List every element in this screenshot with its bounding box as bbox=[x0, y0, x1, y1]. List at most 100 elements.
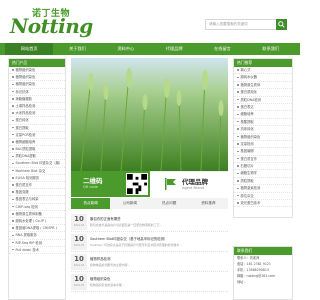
news-title[interactable]: 植物样品检测 bbox=[90, 256, 110, 261]
bullet-icon bbox=[12, 241, 14, 244]
right-recommend-item[interactable]: 核酸提取 bbox=[234, 119, 292, 127]
tab-recommended[interactable]: 资料推荐 bbox=[189, 198, 228, 209]
right-recommend-item[interactable]: 原位杂交 bbox=[234, 193, 292, 201]
left-product-item[interactable]: 大米样品检测 bbox=[9, 110, 65, 118]
nav-brands[interactable]: 代理品牌 bbox=[150, 43, 198, 55]
bullet-icon bbox=[237, 150, 239, 153]
news-title[interactable]: Southern Blot印迹杂交（基于地高辛标记的检测） bbox=[90, 236, 167, 241]
banner-wheat-image[interactable] bbox=[71, 58, 228, 171]
header: 诺丁生物 Notting 请输入您要搜索的关键词 bbox=[0, 0, 300, 43]
left-product-item-label: 植物组织染色 bbox=[15, 75, 36, 80]
search-button[interactable] bbox=[276, 19, 287, 30]
bullet-icon bbox=[12, 119, 14, 122]
left-product-item[interactable]: 基因组DNA提取 ( CRISPR ) bbox=[9, 225, 65, 233]
left-product-item-label: 植物原生质体制备 bbox=[15, 211, 42, 216]
left-product-item[interactable]: 超纯水处理 ( Co-IP ) bbox=[9, 218, 65, 226]
news-item[interactable]: 10 2021-07 植物组织染色 植物组织染色的基本步骤... bbox=[71, 273, 228, 292]
right-recommend-item[interactable]: 超纯水仪器 bbox=[234, 74, 292, 82]
bullet-icon bbox=[237, 84, 239, 86]
right-recommend-item-label: 蛋白质纯化 bbox=[240, 90, 257, 95]
left-product-item[interactable]: RNA 提取服务 bbox=[9, 232, 65, 240]
tab-hot-news[interactable]: 热点新闻 bbox=[71, 198, 111, 209]
left-product-item-label: Northern Blot 杂交 bbox=[15, 168, 46, 173]
right-recommend-item[interactable]: 定量检测 bbox=[234, 141, 292, 149]
right-recommend-item-label: 抗体纯化 bbox=[240, 127, 254, 132]
left-product-item[interactable]: 标记抗体 bbox=[9, 89, 65, 96]
left-product-item[interactable]: Pull down 技术 bbox=[9, 247, 65, 254]
left-product-item[interactable]: BAC质粒提取 bbox=[9, 146, 65, 154]
right-recommend-item[interactable]: 离心式 bbox=[234, 67, 292, 75]
news-item[interactable]: 10 2021-07 Southern Blot印迹杂交（基于地高辛标记的检测） So… bbox=[71, 233, 228, 252]
left-product-item[interactable]: 定量PCR检测 bbox=[9, 132, 65, 139]
left-product-item-label: BAC质粒提取 bbox=[15, 147, 36, 152]
nav-resources[interactable]: 资料中心 bbox=[102, 43, 150, 55]
news-day: 10 bbox=[74, 255, 84, 263]
nav-contact[interactable]: 联系我们 bbox=[247, 43, 295, 55]
qr-promo[interactable]: 二维码 QR code bbox=[71, 171, 150, 197]
left-product-item[interactable]: 植物原生质体制备 bbox=[9, 211, 65, 218]
news-title[interactable]: 膜包衣的正面有哪些 bbox=[90, 216, 121, 221]
right-recommend-item[interactable]: 细胞生物学 bbox=[234, 170, 292, 178]
left-product-item[interactable]: 基因克隆 bbox=[9, 189, 65, 197]
left-product-item-label: 蛋白提取 bbox=[15, 125, 29, 130]
bullet-icon bbox=[237, 120, 239, 123]
logo[interactable]: 诺丁生物 Notting bbox=[10, 6, 93, 40]
right-recommend-item[interactable]: 质粒DNA检测 bbox=[234, 97, 292, 104]
bullet-icon bbox=[237, 172, 239, 175]
left-product-item[interactable]: RIP-Seq RIP 检测 bbox=[9, 240, 65, 247]
nav-home[interactable]: 网站首页 bbox=[5, 43, 54, 55]
contact-title: 联系我们 bbox=[234, 247, 292, 255]
news-item[interactable]: 10 2021-07 膜包衣的正面有哪些 膜包衣技术是指在片剂表面包裹一层聚合物薄膜的… bbox=[71, 213, 228, 232]
right-recommend-item[interactable]: 石蜡切片 bbox=[234, 163, 292, 171]
left-product-item-label: 植物组织染色 bbox=[15, 68, 36, 72]
bullet-icon bbox=[12, 205, 14, 208]
news-title[interactable]: 植物组织染色 bbox=[90, 276, 110, 281]
right-recommend-item-label: 植物原生质体 bbox=[240, 82, 261, 87]
news-desc: 植物样品检测服务的主要内容... bbox=[90, 263, 131, 267]
right-recommend-item[interactable]: 蛋白质互作 bbox=[234, 156, 292, 164]
left-product-item[interactable]: CHIP-seq 检测 bbox=[9, 204, 65, 211]
news-date: 10 2021-07 bbox=[71, 274, 87, 290]
right-recommend-item[interactable]: 蛋白表达 bbox=[234, 104, 292, 112]
left-product-item[interactable]: 基因表达与转染 bbox=[9, 196, 65, 204]
left-product-item[interactable]: 植物细胞培养 bbox=[9, 139, 65, 147]
left-product-item[interactable]: 蛋白质互作 bbox=[9, 182, 65, 190]
search-input[interactable]: 请输入您要搜索的关键词 bbox=[205, 19, 277, 30]
right-recommend-item[interactable]: 植物激素检测 bbox=[234, 185, 292, 193]
bullet-icon bbox=[237, 128, 239, 130]
tab-hot-questions[interactable]: 热点问题 bbox=[150, 198, 189, 209]
right-recommend-item[interactable]: 植物原生质体 bbox=[234, 82, 292, 90]
left-product-item[interactable]: 蛋白提取 bbox=[9, 125, 65, 132]
left-product-item[interactable]: 琼脂糖凝胶 bbox=[9, 96, 65, 103]
right-recommend-item[interactable]: 质粒提取 bbox=[234, 178, 292, 186]
bullet-icon bbox=[12, 248, 14, 251]
left-product-item[interactable]: Northern Blot 杂交 bbox=[9, 168, 65, 175]
right-recommend-item[interactable]: 基因编辑 bbox=[234, 148, 292, 156]
left-product-item[interactable]: 蛋白纯化 bbox=[9, 117, 65, 125]
right-recommend-item[interactable]: 细胞培养 bbox=[234, 111, 292, 119]
left-product-item[interactable]: 质粒DNA提取 bbox=[9, 153, 65, 161]
right-panel-title: 热门推荐 bbox=[234, 59, 292, 67]
left-product-item[interactable]: 植物组织染色 bbox=[9, 81, 65, 89]
left-product-item[interactable]: 植物组织染色 bbox=[9, 67, 65, 75]
bullet-icon bbox=[12, 234, 14, 237]
left-product-item[interactable]: 土壤样品检测 bbox=[9, 103, 65, 111]
flag-icon bbox=[165, 178, 176, 190]
left-product-item[interactable]: ELISA 检测服务 bbox=[9, 175, 65, 182]
right-recommend-item[interactable]: 荧光蛋白技术 bbox=[234, 200, 292, 208]
right-recommend-item[interactable]: 植物组织染色 bbox=[234, 134, 292, 141]
news-desc: Southern 印迹杂交是基于核酸探针与靶序列互补配对原理的检测技术... bbox=[90, 243, 182, 247]
nav-about[interactable]: 关于我们 bbox=[53, 43, 101, 55]
bullet-icon bbox=[237, 98, 239, 101]
right-recommend-item[interactable]: 抗体纯化 bbox=[234, 126, 292, 134]
brand-subtitle: Agent Brand bbox=[182, 186, 204, 190]
right-recommend-item[interactable]: 蛋白质纯化 bbox=[234, 89, 292, 97]
nav-message[interactable]: 在线留言 bbox=[198, 43, 246, 55]
news-day: 10 bbox=[74, 275, 84, 283]
brand-promo[interactable]: 代理品牌 Agent Brand bbox=[150, 171, 228, 197]
left-product-item[interactable]: 植物组织染色 bbox=[9, 74, 65, 82]
tab-company-news[interactable]: 公司新闻 bbox=[110, 198, 149, 209]
left-product-item[interactable]: Southern Blot 印迹杂交（膜） bbox=[9, 160, 65, 168]
news-item[interactable]: 10 2021-07 植物样品检测 植物样品检测服务的主要内容... bbox=[71, 253, 228, 272]
bullet-icon bbox=[12, 177, 14, 179]
